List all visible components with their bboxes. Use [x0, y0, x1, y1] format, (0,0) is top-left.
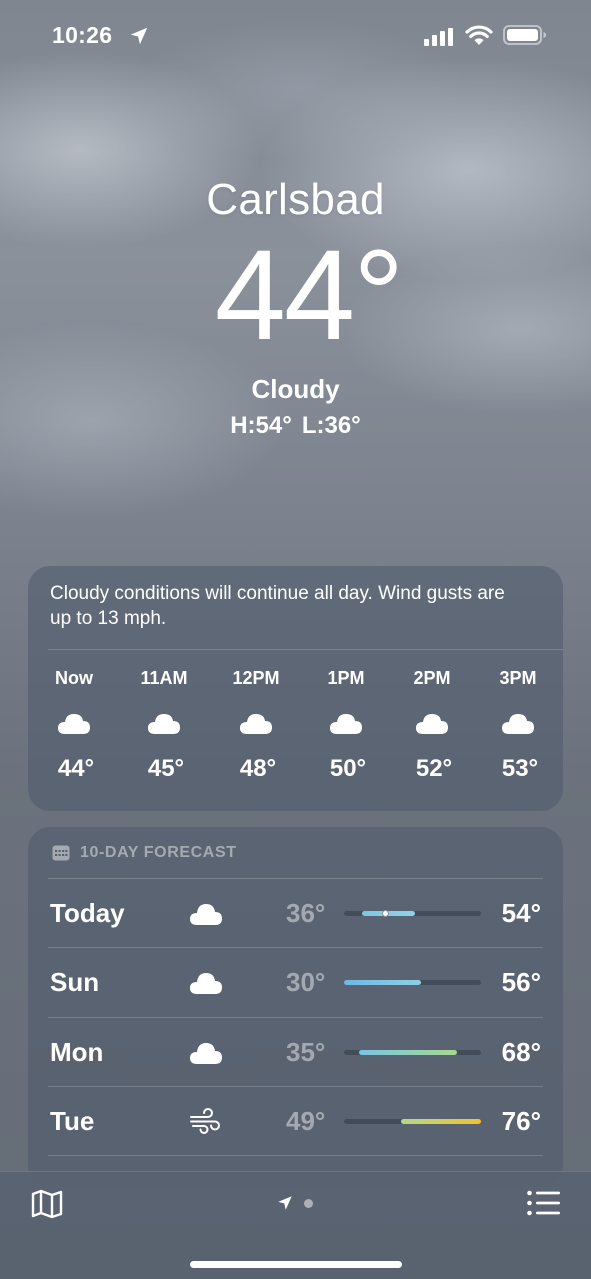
range-fill: [344, 980, 422, 985]
divider: [48, 649, 563, 650]
range-fill: [400, 1119, 481, 1124]
status-time: 10:26: [52, 22, 113, 48]
hour-item: 1PM 50°: [306, 666, 386, 784]
hour-time: 12PM: [232, 668, 280, 688]
hour-temp: 44°: [57, 755, 95, 782]
current-condition: Cloudy: [251, 374, 340, 404]
calendar-icon: [52, 845, 70, 861]
hour-temp: 53°: [501, 755, 539, 782]
hourly-forecast-card[interactable]: Cloudy conditions will continue all day.…: [28, 566, 563, 811]
cellular-signal-icon: [424, 28, 453, 46]
temperature-range-bar: [344, 910, 481, 917]
range-fill: [358, 1050, 458, 1055]
day-name: Tue: [50, 1106, 95, 1136]
ten-day-forecast-card[interactable]: 10-DAY FORECAST Today 36° 54° Sun 30° 56…: [28, 827, 563, 1187]
forecast-summary: Cloudy conditions will continue all day.…: [50, 583, 505, 629]
day-low-temp: 36°: [286, 898, 326, 928]
cloud-icon: [58, 714, 90, 734]
wifi-icon: [465, 25, 493, 45]
temperature-range-bar: [344, 980, 481, 985]
page-indicator[interactable]: [272, 1192, 322, 1214]
low-temp: L:36°: [301, 412, 361, 439]
divider: [48, 1155, 543, 1156]
cloud-icon: [190, 1043, 222, 1064]
hour-item: 11AM 45°: [124, 666, 204, 784]
hour-item: 12PM 48°: [216, 666, 296, 784]
hour-item: 2PM 52°: [392, 666, 472, 784]
home-indicator[interactable]: [190, 1261, 402, 1268]
cloud-icon: [148, 714, 180, 734]
wind-icon: [190, 1108, 220, 1134]
map-icon[interactable]: [30, 1188, 64, 1220]
location-arrow-icon: [278, 1196, 292, 1210]
day-name: Today: [50, 898, 125, 928]
day-high-temp: 68°: [501, 1037, 541, 1067]
cloud-icon: [240, 714, 272, 734]
location-header: Carlsbad 44° Cloudy H:54° L:36°: [0, 170, 591, 442]
hour-time: Now: [55, 668, 93, 688]
day-high-temp: 56°: [501, 967, 541, 997]
day-high-temp: 76°: [501, 1106, 541, 1136]
day-name: Sun: [50, 967, 100, 997]
day-high-temp: 54°: [501, 898, 541, 928]
cloud-icon: [416, 714, 448, 734]
day-low-temp: 35°: [286, 1037, 326, 1067]
page-dot: [304, 1199, 313, 1208]
list-icon[interactable]: [526, 1188, 562, 1218]
day-name: Mon: [50, 1037, 104, 1067]
hourly-row[interactable]: Now 44° 11AM 45° 12PM 48° 1PM 50° 2PM 52…: [28, 666, 563, 796]
battery-icon: [503, 25, 546, 45]
hour-time: 1PM: [327, 668, 365, 688]
forecast-day-row[interactable]: Mon 35° 68°: [48, 1017, 543, 1087]
hour-time: 2PM: [413, 668, 451, 688]
day-low-temp: 30°: [286, 967, 326, 997]
day-low-temp: 49°: [286, 1106, 326, 1136]
current-temperature: 44°: [214, 224, 405, 367]
hour-time: 3PM: [499, 668, 537, 688]
status-bar: 10:26: [0, 0, 591, 70]
forecast-title: 10-DAY FORECAST: [80, 844, 237, 861]
cloud-icon: [190, 904, 222, 925]
forecast-day-row[interactable]: Today 36° 54°: [48, 878, 543, 948]
temperature-range-bar: [344, 1050, 481, 1055]
hour-item: 3PM 53°: [478, 666, 558, 784]
hour-temp: 52°: [415, 755, 453, 782]
hour-temp: 50°: [329, 755, 367, 782]
forecast-day-row[interactable]: Tue 49° 76°: [48, 1086, 543, 1156]
temperature-range-bar: [344, 1119, 481, 1124]
cloud-icon: [330, 714, 362, 734]
location-arrow-icon: [130, 27, 148, 45]
hour-temp: 48°: [239, 755, 277, 782]
hour-item: Now 44°: [34, 666, 114, 784]
cloud-icon: [502, 714, 534, 734]
hour-time: 11AM: [140, 668, 188, 688]
high-low-temps: H:54° L:36°: [0, 410, 591, 442]
hour-temp: 45°: [147, 755, 185, 782]
high-temp: H:54°: [230, 412, 292, 439]
cloud-icon: [190, 973, 222, 994]
forecast-day-row[interactable]: Sun 30° 56°: [48, 947, 543, 1017]
city-name: Carlsbad: [206, 175, 385, 224]
